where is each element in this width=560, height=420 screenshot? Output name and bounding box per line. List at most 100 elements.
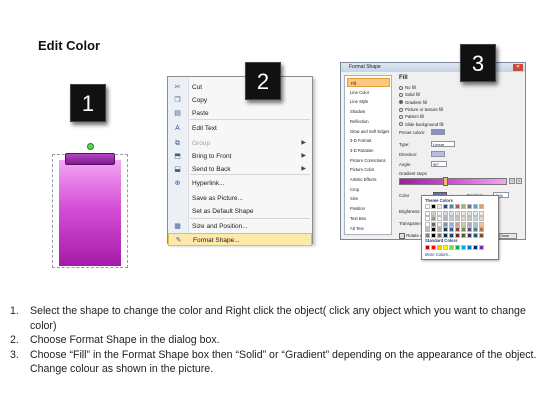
color-swatch[interactable] [479, 233, 484, 238]
preset-colors-dropdown[interactable] [431, 129, 445, 135]
color-swatch[interactable] [455, 216, 460, 222]
color-swatch[interactable] [467, 227, 472, 233]
color-swatch[interactable] [437, 245, 442, 250]
color-swatch[interactable] [455, 245, 460, 250]
more-colors-link[interactable]: More Colors... [425, 252, 451, 257]
menu-item[interactable]: ⬒ Bring to Front ▶ [168, 150, 312, 163]
color-swatch[interactable] [461, 227, 466, 233]
purple-tab-shape[interactable] [65, 153, 115, 165]
color-swatch[interactable] [473, 210, 478, 216]
color-swatch[interactable] [437, 221, 442, 227]
color-swatch[interactable] [461, 216, 466, 222]
color-swatch[interactable] [449, 227, 454, 233]
checkbox-icon[interactable] [399, 233, 405, 239]
category-item[interactable]: Picture Corrections [347, 156, 390, 165]
category-item[interactable]: 3-D Format [347, 136, 390, 145]
menu-item[interactable]: ❐ Copy [168, 94, 312, 107]
color-swatch[interactable] [437, 227, 442, 233]
menu-item[interactable]: ▦ Size and Position... [168, 220, 312, 233]
color-swatch[interactable] [479, 204, 484, 209]
color-swatch[interactable] [449, 210, 454, 216]
category-item[interactable]: Artistic Effects [347, 175, 390, 184]
color-swatch[interactable] [431, 245, 436, 250]
color-swatch[interactable] [461, 245, 466, 250]
color-swatch[interactable] [473, 227, 478, 233]
color-swatch[interactable] [437, 204, 442, 209]
category-item[interactable]: Shadow [347, 107, 390, 116]
color-swatch[interactable] [431, 204, 436, 209]
fill-option-radio[interactable]: Gradient fill [399, 99, 427, 106]
color-swatch[interactable] [449, 216, 454, 222]
fill-option-radio[interactable]: Slide background fill [399, 121, 443, 128]
color-swatch[interactable] [467, 245, 472, 250]
radio-icon[interactable] [399, 100, 403, 105]
menu-item[interactable]: ✂ Cut [168, 81, 312, 94]
color-swatch[interactable] [461, 233, 466, 238]
color-swatch[interactable] [431, 221, 436, 227]
color-swatch[interactable] [473, 216, 478, 222]
radio-icon[interactable] [399, 85, 403, 90]
category-item[interactable]: Glow and Soft Edges [347, 127, 390, 136]
category-item[interactable]: Alt Text [347, 224, 390, 233]
category-item[interactable]: Size [347, 194, 390, 203]
radio-icon[interactable] [399, 122, 403, 127]
category-item[interactable]: Crop [347, 185, 390, 194]
category-item[interactable]: Text Box [347, 214, 390, 223]
radio-icon[interactable] [399, 93, 403, 98]
color-swatch[interactable] [425, 245, 430, 250]
remove-stop-icon[interactable]: × [516, 178, 522, 184]
category-item[interactable]: Line Color [347, 88, 390, 97]
color-swatch[interactable] [467, 216, 472, 222]
color-swatch[interactable] [449, 245, 454, 250]
add-stop-icon[interactable]: + [509, 178, 515, 184]
fill-option-radio[interactable]: Solid fill [399, 91, 420, 98]
color-swatch[interactable] [467, 221, 472, 227]
color-swatch[interactable] [449, 204, 454, 209]
color-swatch[interactable] [431, 216, 436, 222]
color-swatch[interactable] [479, 210, 484, 216]
gradient-stop-handle[interactable] [443, 177, 448, 186]
color-swatch[interactable] [425, 221, 430, 227]
color-swatch[interactable] [437, 210, 442, 216]
color-swatch[interactable] [443, 221, 448, 227]
color-swatch[interactable] [479, 221, 484, 227]
close-icon[interactable]: ✕ [513, 64, 523, 71]
color-swatch[interactable] [455, 227, 460, 233]
color-swatch[interactable] [461, 204, 466, 209]
angle-input[interactable]: 90° [431, 161, 447, 167]
color-swatch[interactable] [479, 216, 484, 222]
color-swatch[interactable] [443, 245, 448, 250]
type-dropdown[interactable]: Linear [431, 141, 455, 147]
color-swatch[interactable] [425, 216, 430, 222]
color-swatch[interactable] [473, 204, 478, 209]
category-item[interactable]: Line Style [347, 97, 390, 106]
color-swatch[interactable] [443, 210, 448, 216]
color-swatch[interactable] [467, 233, 472, 238]
category-item[interactable]: 3-D Rotation [347, 146, 390, 155]
color-swatch[interactable] [425, 210, 430, 216]
radio-icon[interactable] [399, 107, 403, 112]
pink-gradient-shape[interactable] [59, 160, 121, 266]
direction-dropdown[interactable] [431, 151, 445, 157]
color-swatch[interactable] [455, 210, 460, 216]
menu-item[interactable]: A Edit Text [168, 122, 312, 135]
color-swatch[interactable] [467, 204, 472, 209]
gradient-stops-bar[interactable] [399, 178, 507, 185]
color-swatch[interactable] [431, 227, 436, 233]
color-swatch[interactable] [473, 233, 478, 238]
category-item[interactable]: Reflection [347, 117, 390, 126]
menu-item[interactable]: Save as Picture... [168, 192, 312, 205]
color-swatch[interactable] [479, 245, 484, 250]
color-swatch[interactable] [443, 216, 448, 222]
color-swatch[interactable] [425, 204, 430, 209]
color-swatch[interactable] [461, 221, 466, 227]
color-swatch[interactable] [455, 221, 460, 227]
color-swatch[interactable] [443, 204, 448, 209]
category-item[interactable]: Fill [347, 78, 390, 87]
rotation-handle[interactable] [87, 143, 94, 150]
radio-icon[interactable] [399, 115, 403, 120]
color-swatch[interactable] [455, 204, 460, 209]
menu-item[interactable]: ⊕ Hyperlink... [168, 177, 312, 190]
fill-option-radio[interactable]: Pattern fill [399, 113, 424, 120]
color-swatch[interactable] [473, 245, 478, 250]
